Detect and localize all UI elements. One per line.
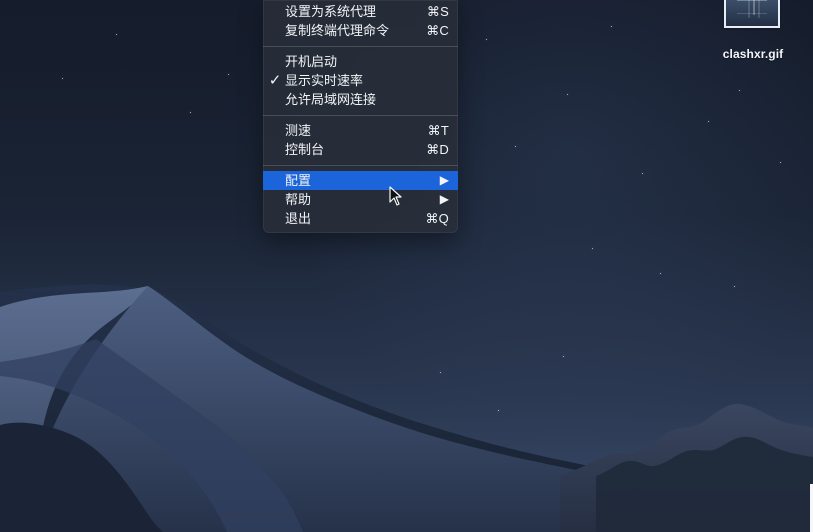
menu-item-shortcut: ⌘D xyxy=(426,142,449,157)
menu-item-shortcut: ⌘C xyxy=(426,23,449,38)
desktop-file[interactable]: clashxr.gif xyxy=(718,0,788,68)
checkmark-icon: ✓ xyxy=(268,72,282,89)
gif-file-icon[interactable] xyxy=(724,0,780,28)
pointer-cursor-icon xyxy=(389,186,402,206)
menu-item-label: 显示实时速率 xyxy=(285,73,364,88)
menu-item-help[interactable]: 帮助 ▶ xyxy=(263,190,458,209)
menu-item-label: 允许局域网连接 xyxy=(285,92,377,107)
menu-item-launch-at-login[interactable]: 开机启动 xyxy=(263,52,458,71)
menu-item-label: 帮助 xyxy=(285,192,312,207)
menu-item-label: 配置 xyxy=(285,173,312,188)
menu-item-shortcut: ⌘Q xyxy=(425,211,449,226)
triangle-right-icon: ▶ xyxy=(439,192,449,206)
menu-item-quit[interactable]: 退出 ⌘Q xyxy=(263,209,458,228)
menu-separator xyxy=(263,165,458,166)
menu-item-shortcut: ⌘T xyxy=(427,123,449,138)
menu-item-label: 复制终端代理命令 xyxy=(285,23,390,38)
menu-item-show-realtime-speed[interactable]: ✓ 显示实时速率 xyxy=(263,71,458,90)
clashx-status-menu: 设置为系统代理 ⌘S 复制终端代理命令 ⌘C 开机启动 ✓ 显示实时速率 允许局… xyxy=(263,0,458,233)
menu-item-config[interactable]: 配置 ▶ xyxy=(263,171,458,190)
menu-item-set-system-proxy[interactable]: 设置为系统代理 ⌘S xyxy=(263,2,458,21)
menu-item-allow-lan-connections[interactable]: 允许局域网连接 xyxy=(263,90,458,109)
menu-item-copy-terminal-proxy-command[interactable]: 复制终端代理命令 ⌘C xyxy=(263,21,458,40)
menu-item-speed-test[interactable]: 测速 ⌘T xyxy=(263,121,458,140)
menu-item-label: 设置为系统代理 xyxy=(285,4,377,19)
menu-separator xyxy=(263,46,458,47)
menu-item-label: 开机启动 xyxy=(285,54,338,69)
menu-item-label: 测速 xyxy=(285,123,312,138)
menu-item-label: 退出 xyxy=(285,211,312,226)
menu-item-shortcut: ⌘S xyxy=(426,4,449,19)
desktop-file-label[interactable]: clashxr.gif xyxy=(715,47,791,61)
menu-separator xyxy=(263,115,458,116)
triangle-right-icon: ▶ xyxy=(439,173,449,187)
menu-item-label: 控制台 xyxy=(285,142,325,157)
menu-item-dashboard[interactable]: 控制台 ⌘D xyxy=(263,140,458,159)
